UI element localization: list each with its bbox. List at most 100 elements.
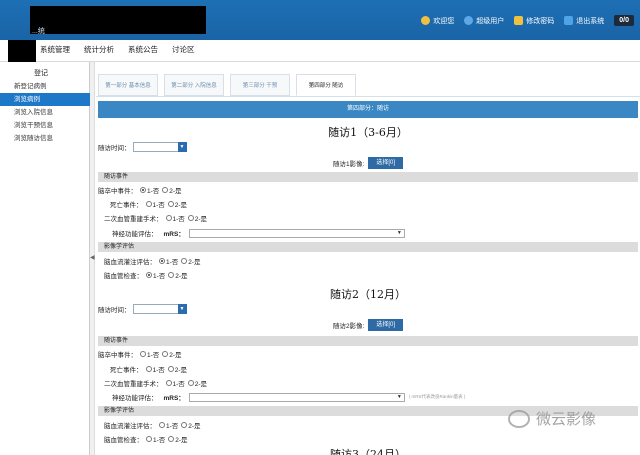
main-nav: 系统管理 统计分析 系统公告 讨论区: [0, 40, 640, 62]
visit1-perfusion-label: 脑血流灌注评估：: [104, 259, 156, 266]
visit1-perfusion-no-radio[interactable]: [159, 258, 165, 264]
visit1-vessel-no-radio[interactable]: [146, 272, 152, 278]
visit2-mrs-hint: ( mRS代表改良Rankin量表 ): [408, 394, 466, 399]
visit2-time-select[interactable]: ▼: [132, 304, 187, 314]
visit1-vessel-label: 脑血管检查：: [104, 273, 143, 280]
option-no-label: 1-否: [166, 259, 179, 266]
visit2-time-row: 随访时间： ▼: [98, 304, 638, 314]
chevron-down-icon: ▼: [177, 304, 187, 314]
message-counter[interactable]: 0/0: [614, 15, 634, 26]
visit1-surgery-yes-radio[interactable]: [187, 215, 194, 221]
visit1-stroke-row: 脑卒中事件： 1-否 2-是: [98, 185, 638, 195]
option-no-label: 1-否: [152, 367, 165, 374]
visit2-vessel-yes-radio[interactable]: [168, 436, 175, 442]
option-yes-label: 2-是: [169, 352, 182, 359]
visit1-mrs-select[interactable]: ▼: [188, 228, 405, 238]
visit1-death-no-radio[interactable]: [145, 201, 152, 207]
visit1-stroke-yes-radio[interactable]: [162, 187, 169, 193]
part-header: 第四部分：随访: [98, 101, 638, 118]
visit2-surgery-row: 二次血管重建手术： 1-否 2-是: [98, 378, 638, 388]
visit1-death-yes-radio[interactable]: [167, 201, 174, 207]
option-yes-label: 2-是: [188, 259, 201, 266]
visit2-neuro-label: 神经功能评估：: [112, 395, 158, 402]
nav-tab-stats[interactable]: 统计分析: [84, 44, 114, 55]
sidebar-item-new-case[interactable]: 新登记病例: [0, 80, 90, 93]
visit1-surgery-no-radio[interactable]: [165, 215, 172, 221]
visit1-events-header: 随访事件: [98, 172, 638, 182]
tab-part4[interactable]: 第四部分 随访: [296, 74, 356, 96]
visit2-death-no-radio[interactable]: [145, 366, 152, 372]
visit2-mrs-label: mRS：: [163, 395, 185, 402]
visit2-stroke-yes-radio[interactable]: [162, 351, 169, 357]
admin-icon: [464, 16, 474, 25]
sidebar: 登记 新登记病例 浏览病例 浏览入院信息 浏览干预信息 浏览随访信息: [0, 62, 90, 455]
sidebar-title: 登记: [34, 70, 48, 77]
option-yes-label: 2-是: [174, 367, 188, 374]
folder-icon: [514, 16, 524, 25]
visit2-perfusion-label: 脑血流灌注评估：: [104, 423, 156, 430]
visit2-vessel-no-radio[interactable]: [146, 436, 152, 442]
visit2-select-button[interactable]: 选择[0]: [368, 319, 404, 331]
visit2-perfusion-no-radio[interactable]: [159, 422, 165, 428]
admin-item[interactable]: 超级用户: [464, 16, 504, 26]
welcome-item: 欢迎您: [421, 16, 454, 26]
welcome-label: 欢迎您: [433, 17, 455, 25]
option-yes-label: 2-是: [174, 202, 188, 209]
visit2-mrs-select[interactable]: ▼: [188, 392, 405, 402]
watermark: 微云影像: [508, 408, 596, 429]
logout-button[interactable]: 退出系统: [564, 16, 604, 26]
visit1-perfusion-row: 脑血流灌注评估： 1-否 2-是: [98, 256, 638, 266]
visit1-select-button[interactable]: 选择[0]: [368, 157, 404, 169]
tab-part2[interactable]: 第二部分 入院信息: [164, 74, 224, 96]
option-no-label: 1-否: [153, 273, 166, 280]
visit1-title: 随访1（3-6月）: [328, 126, 408, 139]
option-no-label: 1-否: [166, 423, 179, 430]
visit1-perfusion-yes-radio[interactable]: [181, 258, 188, 264]
visit2-surgery-no-radio[interactable]: [165, 380, 172, 386]
collapse-arrow-icon[interactable]: ◀: [90, 254, 95, 261]
chevron-down-icon: ▼: [177, 142, 187, 152]
nav-tab-forum[interactable]: 讨论区: [172, 44, 195, 55]
visit2-image-row: 随访2影像: 选择[0]: [98, 319, 638, 331]
nav-tab-system[interactable]: 系统管理: [40, 44, 70, 55]
sidebar-item-admission[interactable]: 浏览入院信息: [0, 106, 90, 119]
visit1-time-select[interactable]: ▼: [132, 142, 187, 152]
sidebar-item-browse-cases[interactable]: 浏览病例: [0, 93, 90, 106]
option-yes-label: 2-是: [169, 188, 182, 195]
visit1-vessel-yes-radio[interactable]: [168, 272, 175, 278]
visit2-perfusion-yes-radio[interactable]: [181, 422, 188, 428]
visit2-stroke-row: 脑卒中事件： 1-否 2-是: [98, 349, 638, 359]
visit1-death-label: 死亡事件：: [110, 202, 143, 209]
visit2-surgery-yes-radio[interactable]: [187, 380, 194, 386]
change-password-button[interactable]: 修改密码: [514, 16, 554, 26]
visit2-death-yes-radio[interactable]: [167, 366, 174, 372]
visit1-neuro-row: 神经功能评估： mRS： ▼: [98, 228, 638, 238]
visit1-imaging-header: 影像学评估: [98, 242, 638, 252]
sidebar-item-intervention[interactable]: 浏览干预信息: [0, 119, 90, 132]
visit1-surgery-row: 二次血管重建手术： 1-否 2-是: [98, 213, 638, 223]
visit2-stroke-no-radio[interactable]: [140, 351, 146, 357]
option-no-label: 1-否: [147, 188, 160, 195]
watermark-text: 微云影像: [536, 411, 597, 428]
option-yes-label: 2-是: [194, 216, 208, 223]
option-no-label: 1-否: [152, 202, 165, 209]
tab-part1[interactable]: 第一部分 基本信息: [98, 74, 158, 96]
visit1-stroke-no-radio[interactable]: [140, 187, 146, 193]
chevron-down-icon: ▼: [396, 229, 402, 236]
sidebar-item-followup[interactable]: 浏览随访信息: [0, 132, 90, 145]
nav-tab-notice[interactable]: 系统公告: [128, 44, 158, 55]
visit1-neuro-label: 神经功能评估：: [112, 231, 158, 238]
logo-subtitle: ...统: [32, 28, 45, 35]
tab-part3[interactable]: 第三部分 干预: [230, 74, 290, 96]
option-yes-label: 2-是: [175, 273, 188, 280]
tab-divider: [96, 96, 640, 97]
visit1-image-label: 随访1影像:: [332, 161, 365, 168]
top-header: ...统 欢迎您 超级用户 修改密码 退出系统 0/0: [0, 0, 640, 40]
user-icon: [421, 16, 431, 25]
visit2-surgery-label: 二次血管重建手术：: [104, 381, 163, 388]
visit1-mrs-label: mRS：: [163, 231, 185, 238]
visit1-time-row: 随访时间： ▼: [98, 142, 638, 152]
sidebar-splitter[interactable]: ◀: [90, 62, 95, 455]
option-no-label: 1-否: [153, 437, 166, 444]
change-password-label: 修改密码: [526, 17, 555, 25]
